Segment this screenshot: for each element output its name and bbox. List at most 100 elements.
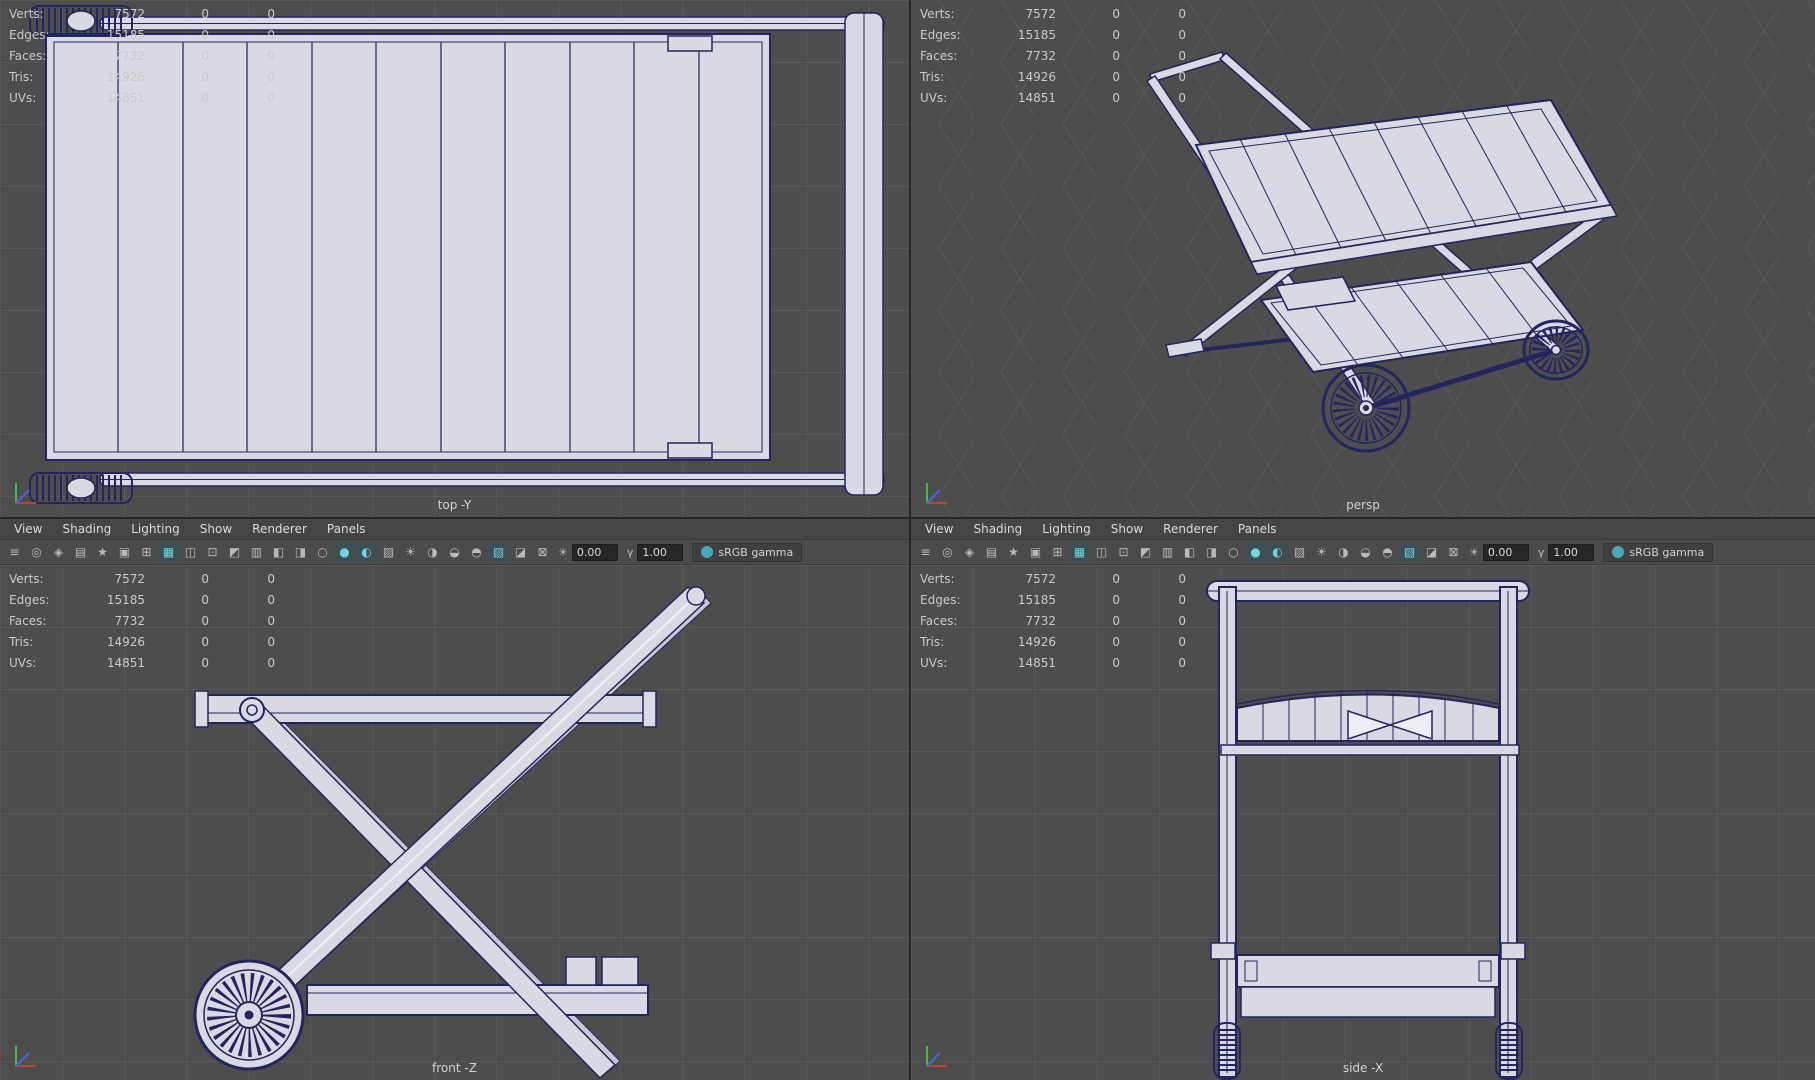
safe-title-icon[interactable]: ◨ xyxy=(290,543,311,562)
hud-row-col3: 0 xyxy=(1178,49,1186,63)
hud-row-col2: 0 xyxy=(1112,593,1120,607)
hud-row-col3: 0 xyxy=(1178,635,1186,649)
hud-row-value: 15185 xyxy=(106,593,145,607)
resolution-gate-icon[interactable]: ⊡ xyxy=(202,543,223,562)
hud-row-value: 15185 xyxy=(1017,593,1056,607)
exposure-field[interactable] xyxy=(571,543,618,561)
lock-camera-icon[interactable]: ◈ xyxy=(959,543,980,562)
hud-row-label: Edges: xyxy=(9,28,50,42)
film-gate-icon[interactable]: ◫ xyxy=(1091,543,1112,562)
isolate-select-icon[interactable]: ⊠ xyxy=(1443,543,1464,562)
menu-shading[interactable]: Shading xyxy=(963,522,1032,536)
view-transform-chip[interactable]: sRGB gamma xyxy=(692,542,803,562)
shadows-icon[interactable]: ◑ xyxy=(1333,543,1354,562)
menu-shading[interactable]: Shading xyxy=(52,522,121,536)
two-d-pan-zoom-icon[interactable]: ⊞ xyxy=(136,543,157,562)
panel-toolbar: ≡ ◎ ◈ ▤ ★ ▣ ⊞ ▦ ◫ ⊡ ◩ ▥ ◧ ◨ ○ ● ◐ ▨ ☀ ◑ … xyxy=(911,540,1815,565)
anti-aliasing-icon[interactable]: ▧ xyxy=(488,542,509,562)
anti-aliasing-icon[interactable]: ▧ xyxy=(1399,542,1420,562)
hud-row-col3: 0 xyxy=(1178,28,1186,42)
camera-attributes-icon[interactable]: ▤ xyxy=(981,543,1002,562)
hud-row-col3: 0 xyxy=(267,70,275,84)
menu-panels[interactable]: Panels xyxy=(1228,522,1287,536)
gate-mask-icon[interactable]: ◩ xyxy=(224,543,245,562)
menu-show[interactable]: Show xyxy=(1101,522,1153,536)
safe-action-icon[interactable]: ◧ xyxy=(1179,543,1200,562)
gamma-field[interactable] xyxy=(637,543,684,561)
smooth-shade-icon[interactable]: ● xyxy=(334,542,355,562)
menu-panels[interactable]: Panels xyxy=(317,522,376,536)
view-transform-chip[interactable]: sRGB gamma xyxy=(1603,542,1714,562)
hud-row-col3: 0 xyxy=(267,572,275,586)
grid-toggle-icon[interactable]: ▦ xyxy=(158,542,179,562)
hud-row-col2: 0 xyxy=(201,49,209,63)
wireframe-on-shaded-icon[interactable]: ◐ xyxy=(1267,542,1288,562)
gamma-field[interactable] xyxy=(1548,543,1595,561)
viewport-canvas-persp[interactable]: Verts: 7572 0 0 Edges: 15185 0 0 Faces: … xyxy=(911,0,1815,517)
colorspace-icon xyxy=(701,546,714,558)
menu-view[interactable]: View xyxy=(915,522,963,536)
bookmarks-icon[interactable]: ★ xyxy=(1003,543,1024,562)
shadows-icon[interactable]: ◑ xyxy=(422,543,443,562)
hud-row-col2: 0 xyxy=(1112,7,1120,21)
hud-row-value: 14926 xyxy=(106,70,145,84)
field-chart-icon[interactable]: ▥ xyxy=(1157,543,1178,562)
field-chart-icon[interactable]: ▥ xyxy=(246,543,267,562)
hud-row-col2: 0 xyxy=(201,635,209,649)
exposure-field[interactable] xyxy=(1482,543,1529,561)
use-all-lights-icon[interactable]: ☀ xyxy=(400,543,421,562)
two-d-pan-zoom-icon[interactable]: ⊞ xyxy=(1047,543,1068,562)
menu-lighting[interactable]: Lighting xyxy=(1032,522,1101,536)
axis-gizmo xyxy=(926,483,947,504)
film-gate-icon[interactable]: ◫ xyxy=(180,543,201,562)
camera-attributes-icon[interactable]: ▤ xyxy=(70,543,91,562)
safe-title-icon[interactable]: ◨ xyxy=(1201,543,1222,562)
exposure-control: ☀ xyxy=(558,543,618,561)
smooth-shade-icon[interactable]: ● xyxy=(1245,542,1266,562)
grid-toggle-icon[interactable]: ▦ xyxy=(1069,542,1090,562)
menu-lighting[interactable]: Lighting xyxy=(121,522,190,536)
viewport-canvas-top[interactable]: Verts: 7572 0 0 Edges: 15185 0 0 Faces: … xyxy=(0,0,909,517)
wireframe-mode-icon[interactable]: ○ xyxy=(1223,543,1244,562)
textured-mode-icon[interactable]: ▨ xyxy=(378,543,399,562)
menu-view[interactable]: View xyxy=(4,522,52,536)
axis-gizmo xyxy=(926,1046,947,1067)
image-plane-icon[interactable]: ▣ xyxy=(114,543,135,562)
gamma-icon: γ xyxy=(1537,545,1545,559)
bookmarks-icon[interactable]: ★ xyxy=(92,543,113,562)
isolate-select-icon[interactable]: ⊠ xyxy=(532,543,553,562)
motion-blur-icon[interactable]: ◓ xyxy=(1377,543,1398,562)
menu-renderer[interactable]: Renderer xyxy=(242,522,317,536)
safe-action-icon[interactable]: ◧ xyxy=(268,543,289,562)
screen-space-ao-icon[interactable]: ◒ xyxy=(444,543,465,562)
hud-row-col3: 0 xyxy=(267,28,275,42)
hud-row-col2: 0 xyxy=(201,7,209,21)
gate-mask-icon[interactable]: ◩ xyxy=(1135,543,1156,562)
select-camera-icon[interactable]: ◎ xyxy=(26,543,47,562)
xray-icon[interactable]: ◪ xyxy=(510,543,531,562)
hud-row-value: 7572 xyxy=(114,7,145,21)
image-plane-icon[interactable]: ▣ xyxy=(1025,543,1046,562)
panel-menu-icon[interactable]: ≡ xyxy=(915,543,936,562)
viewport-canvas-side[interactable]: Verts: 7572 0 0 Edges: 15185 0 0 Faces: … xyxy=(911,565,1815,1080)
hud-row-label: Edges: xyxy=(920,593,961,607)
menu-renderer[interactable]: Renderer xyxy=(1153,522,1228,536)
hud-row-col3: 0 xyxy=(267,614,275,628)
select-camera-icon[interactable]: ◎ xyxy=(937,543,958,562)
screen-space-ao-icon[interactable]: ◒ xyxy=(1355,543,1376,562)
use-all-lights-icon[interactable]: ☀ xyxy=(1311,543,1332,562)
resolution-gate-icon[interactable]: ⊡ xyxy=(1113,543,1134,562)
xray-icon[interactable]: ◪ xyxy=(1421,543,1442,562)
lock-camera-icon[interactable]: ◈ xyxy=(48,543,69,562)
wireframe-mode-icon[interactable]: ○ xyxy=(312,543,333,562)
hud-row-label: Verts: xyxy=(9,572,44,586)
hud-row-value: 7732 xyxy=(1025,49,1056,63)
hud-row-value: 7572 xyxy=(1025,572,1056,586)
textured-mode-icon[interactable]: ▨ xyxy=(1289,543,1310,562)
viewport-canvas-front[interactable]: Verts: 7572 0 0 Edges: 15185 0 0 Faces: … xyxy=(0,565,909,1080)
panel-menu-icon[interactable]: ≡ xyxy=(4,543,25,562)
menu-show[interactable]: Show xyxy=(190,522,242,536)
wireframe-on-shaded-icon[interactable]: ◐ xyxy=(356,542,377,562)
hud-row-col3: 0 xyxy=(1178,7,1186,21)
motion-blur-icon[interactable]: ◓ xyxy=(466,543,487,562)
